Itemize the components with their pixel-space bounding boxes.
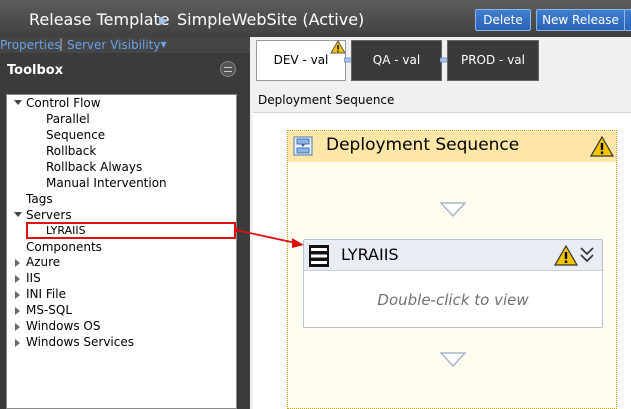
expand-right-icon[interactable] [15,307,20,315]
double-click-hint: Double-click to view [377,291,529,309]
warning-icon [590,136,614,157]
tree-category-azure[interactable]: Azure [26,255,60,269]
tree-item-sequence[interactable]: Sequence [46,128,105,142]
window-icon [7,12,23,28]
server-name: LYRAIIS [341,245,399,264]
properties-link[interactable]: Properties [0,38,61,52]
stage-prod[interactable]: PROD - val [447,40,539,81]
collapse-toolbox-icon[interactable] [220,61,236,77]
tree-category-tags[interactable]: Tags [26,192,53,206]
expand-right-icon[interactable] [15,323,20,331]
server-visibility-label: Server Visibility [67,38,161,52]
expand-right-icon[interactable] [15,259,20,267]
tree-category-iis[interactable]: IIS [26,271,41,285]
warning-icon [330,40,346,54]
tree-item-rollback[interactable]: Rollback [46,144,96,158]
tree-item-lyraiis[interactable]: LYRAIIS [46,224,86,237]
expand-down-icon[interactable] [14,212,22,217]
deployment-sequence-tab[interactable]: Deployment Sequence [258,93,394,107]
server-icon [309,245,329,267]
tree-category-control-flow[interactable]: Control Flow [26,96,101,110]
expand-right-icon[interactable] [15,339,20,347]
chevron-down-icon: ▼ [160,40,167,49]
breadcrumb-release-template[interactable]: Release Template [29,10,170,29]
expand-down-icon[interactable] [14,100,22,105]
tree-category-servers[interactable]: Servers [26,208,72,222]
delete-button[interactable]: Delete [475,9,531,31]
drop-target-arrow-icon [440,352,466,368]
expand-right-icon[interactable] [15,275,20,283]
deployment-sequence-title: Deployment Sequence [326,135,520,155]
breadcrumb-arrow-icon: ▶ [159,13,169,27]
tree-category-ms-sql[interactable]: MS-SQL [26,303,72,317]
tree-category-windows-services[interactable]: Windows Services [26,335,134,349]
toolbox-scrollbar[interactable] [237,94,250,409]
sequence-icon [293,136,313,156]
toolbox-title: Toolbox [7,63,64,78]
link-separator: | [59,37,64,51]
tree-item-rollback-always[interactable]: Rollback Always [46,160,142,174]
tree-category-windows-os[interactable]: Windows OS [26,319,100,333]
breadcrumb-current: SimpleWebSite (Active) [177,10,365,29]
overflow-button[interactable] [624,9,631,31]
tree-category-components[interactable]: Components [26,240,102,254]
drop-target-arrow-icon [440,202,466,218]
tree-item-manual-intervention[interactable]: Manual Intervention [46,176,167,190]
stage-qa[interactable]: QA - val [351,40,442,81]
warning-icon [554,245,578,266]
new-release-button[interactable]: New Release [536,9,625,31]
expand-right-icon[interactable] [15,291,20,299]
expand-chevron-icon[interactable] [579,246,595,264]
server-visibility-dropdown[interactable]: Server Visibility▼ [67,38,167,52]
tree-category-ini-file[interactable]: INI File [26,287,66,301]
tree-item-parallel[interactable]: Parallel [46,112,90,126]
